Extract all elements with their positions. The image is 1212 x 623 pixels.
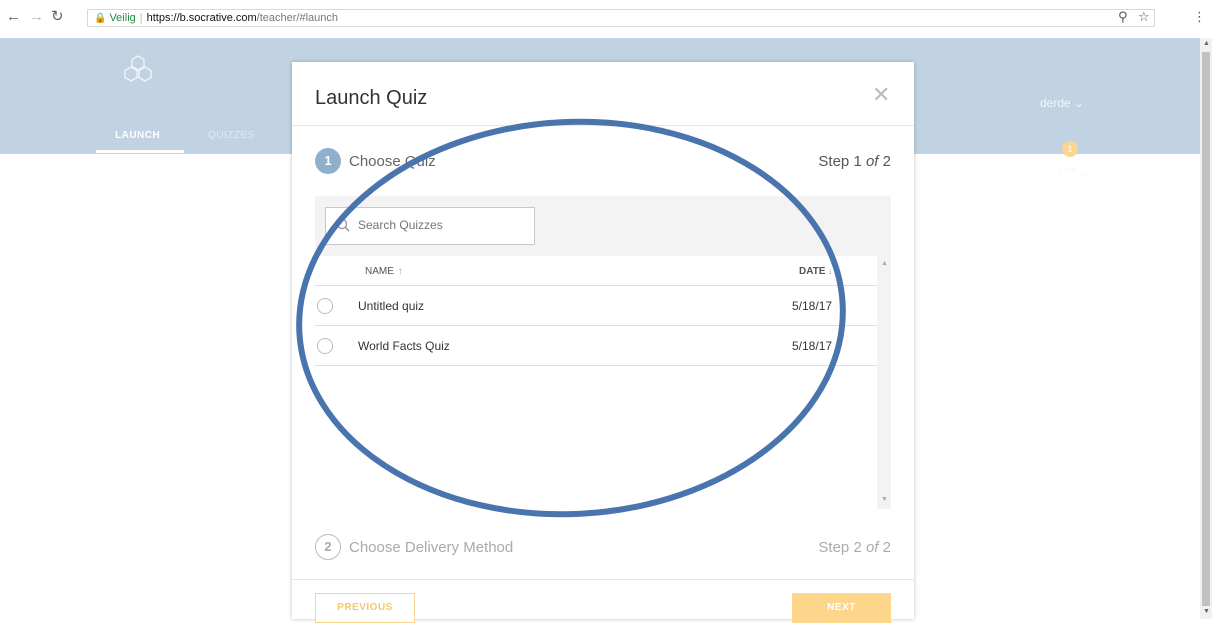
step-2-count: Step 2 of 2 — [818, 539, 891, 556]
launch-quiz-modal: Launch Quiz ✕ 1 Choose Quiz Step 1 of 2 … — [292, 62, 914, 623]
divider — [292, 125, 914, 126]
step-count-text: Step 1 — [818, 153, 866, 170]
column-header-date: DATE — [799, 266, 826, 277]
secure-label: Veilig — [109, 12, 136, 24]
search-input[interactable] — [358, 218, 526, 232]
quiz-table: NAME ↑ DATE ↓ Untitled quiz 5/18/17 World … — [315, 256, 877, 509]
reload-icon[interactable]: ↻ — [51, 8, 64, 26]
table-scrollbar[interactable]: ▲ ▼ — [877, 256, 891, 509]
quiz-radio[interactable] — [317, 338, 333, 354]
address-bar[interactable]: 🔒 Veilig | https://b.socrative.com/teacher/… — [87, 9, 1155, 27]
divider — [292, 579, 914, 580]
sort-up-arrow-icon: ↑ — [397, 266, 403, 277]
step-1-count: Step 1 of 2 — [818, 153, 891, 170]
bookmark-star-icon[interactable]: ☆ — [1138, 9, 1150, 25]
quiz-list-panel: NAME↑ DATE↓ Untitled quiz 5/18/17 World … — [315, 196, 891, 509]
search-box[interactable] — [325, 207, 535, 245]
scroll-up-icon[interactable]: ▲ — [881, 260, 888, 267]
forward-icon[interactable]: → — [29, 8, 44, 26]
sort-by-date[interactable]: DATE ↓ — [799, 266, 832, 277]
step-count-of: of — [865, 153, 879, 170]
table-row[interactable]: World Facts Quiz 5/18/17 — [315, 326, 877, 366]
url-host: https://b.socrative.com — [146, 12, 257, 24]
step-count-text: Step 2 — [818, 539, 866, 556]
browser-menu-icon[interactable]: ⋮ — [1193, 9, 1206, 25]
step-count-total: 2 — [878, 153, 891, 170]
address-separator: | — [139, 12, 143, 24]
back-icon[interactable]: ← — [6, 8, 21, 26]
url-path: /teacher/#launch — [256, 12, 338, 24]
close-icon[interactable]: ✕ — [872, 84, 890, 106]
quiz-radio[interactable] — [317, 298, 333, 314]
page-scrollbar[interactable]: ▲ ▼ — [1200, 38, 1212, 619]
column-header-name: NAME — [365, 266, 394, 277]
modal-title: Launch Quiz — [315, 87, 428, 109]
quiz-date: 5/18/17 — [792, 339, 833, 353]
quiz-date: 5/18/17 — [792, 299, 833, 313]
step-2-badge: 2 — [315, 534, 341, 560]
quiz-name: World Facts Quiz — [358, 339, 450, 353]
lock-icon: 🔒 — [94, 13, 107, 24]
browser-toolbar: ← → ↻ 🔒 Veilig | https://b.socrative.com/te… — [0, 0, 1212, 38]
extension-icon[interactable]: ⚲ — [1118, 9, 1128, 25]
step-count-total: 2 — [878, 539, 891, 556]
scrollbar-thumb[interactable] — [1202, 52, 1210, 606]
step-2-label: Choose Delivery Method — [349, 539, 514, 556]
table-header: NAME ↑ DATE ↓ — [315, 256, 877, 286]
scroll-up-icon[interactable]: ▲ — [1203, 40, 1210, 47]
search-icon — [336, 218, 350, 232]
scroll-down-icon[interactable]: ▼ — [1203, 608, 1210, 615]
table-row[interactable]: Untitled quiz 5/18/17 — [315, 286, 877, 326]
sort-by-name[interactable]: NAME ↑ — [365, 266, 403, 277]
step-1-label: Choose Quiz — [349, 153, 436, 170]
sort-down-arrow-icon: ↓ — [827, 266, 833, 277]
step-count-of: of — [865, 539, 879, 556]
quiz-name: Untitled quiz — [358, 299, 425, 313]
scroll-down-icon[interactable]: ▼ — [881, 496, 888, 503]
step-1-badge: 1 — [315, 148, 341, 174]
